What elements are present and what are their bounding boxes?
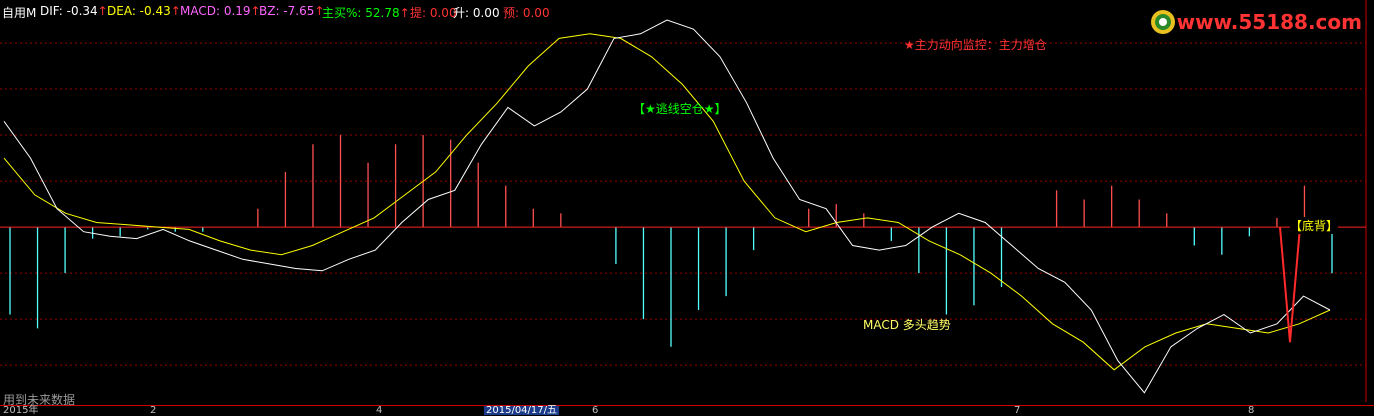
header-item-6: 升: 0.00: [453, 6, 500, 20]
indicator-title: 自用M: [2, 6, 37, 20]
macd-chart: [0, 0, 1367, 402]
site-logo: www.55188.com: [1149, 8, 1362, 36]
header-item-1: DEA: -0.43↑: [107, 4, 181, 18]
logo-icon: [1150, 10, 1175, 34]
header-item-7: 预: 0.00: [503, 6, 550, 20]
header-item-4: 主买%: 52.78↑: [322, 6, 410, 20]
header-item-3: BZ: -7.65↑: [259, 4, 325, 18]
x-tick-year: 2015年: [3, 405, 39, 416]
bottom-divergence-label: 【底背】: [1290, 217, 1339, 234]
up-arrow-icon: ↑: [399, 6, 410, 20]
header-item-5: 提: 0.00: [410, 6, 457, 20]
x-tick-4: 4: [376, 405, 383, 416]
main-force-monitor-label: ★主力动向监控：主力增仓: [904, 38, 1047, 52]
dif-line: [3, 19, 1331, 394]
macd-histogram: [9, 135, 1333, 347]
x-tick-8: 8: [1248, 405, 1255, 416]
header-item-0: DIF: -0.34↑: [40, 4, 108, 18]
x-axis: [0, 405, 1374, 416]
x-tick-2: 2: [150, 405, 157, 416]
escape-signal-label: 【★逃线空仓★】: [633, 102, 727, 116]
x-tick-7: 7: [1014, 405, 1021, 416]
header-item-2: MACD: 0.19↑: [180, 4, 261, 18]
x-tick-6: 6: [592, 405, 599, 416]
x-cursor-date: 2015/04/17/五: [484, 405, 560, 416]
grid-lines: [0, 0, 1367, 402]
logo-text: www.55188.com: [1176, 10, 1362, 34]
macd-trend-label: MACD 多头趋势: [863, 318, 951, 332]
divergence-line-down: [1279, 227, 1291, 343]
